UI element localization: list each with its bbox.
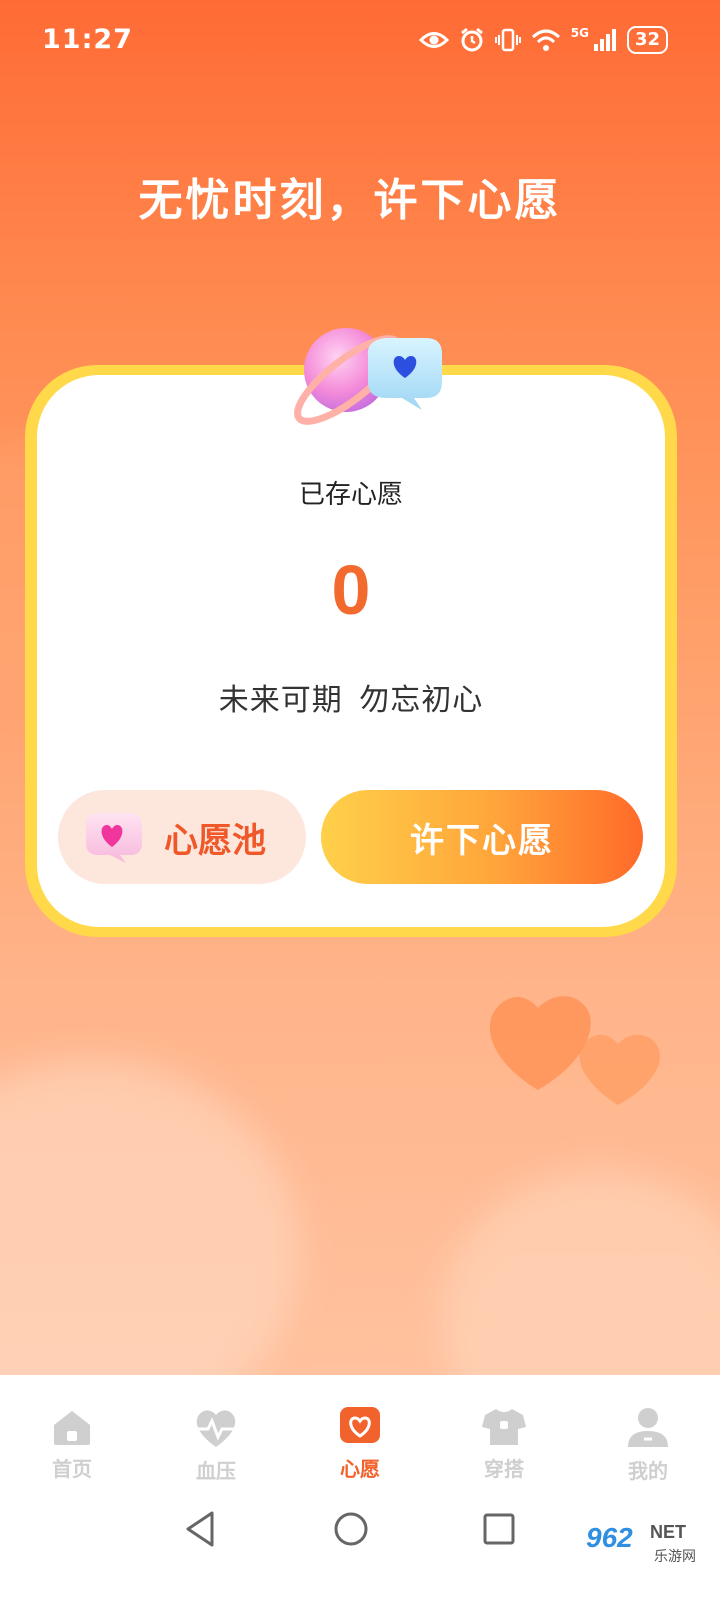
alarm-icon [460,27,483,52]
saved-wishes-label: 已存心愿 [298,480,403,510]
make-wish-button[interactable]: 许下心愿 [321,790,643,884]
vibrate-icon [494,28,521,52]
wifi-icon [531,29,560,51]
status-bar: 11:27 5G 32 [0,0,720,84]
page-headline: 无忧时刻，许下心愿 [138,175,562,226]
watermark-sub: 乐游网 [654,1549,696,1565]
card-motto: 未来可期 勿忘初心 [218,683,484,718]
decorative-hearts [489,996,660,1105]
tab-blood-pressure[interactable]: 血压 [144,1375,288,1497]
signal-icon [593,29,616,51]
recents-icon[interactable] [482,1509,516,1549]
tab-home-label: 首页 [52,1457,92,1481]
make-wish-label: 许下心愿 [410,820,554,861]
tab-blood-pressure-label: 血压 [196,1459,236,1483]
user-icon [628,1408,668,1447]
tab-mine[interactable]: 我的 [576,1375,720,1497]
wish-pool-button[interactable]: 心愿池 [58,790,306,884]
planet-icon [294,328,442,425]
watermark-suffix: NET [650,1522,686,1542]
network-type: 5G [570,26,589,40]
tab-wish-label: 心愿 [340,1457,380,1481]
home-icon [54,1411,90,1445]
heart-pulse-icon [196,1410,236,1447]
battery-icon: 32 [626,26,668,54]
watermark-number: 962 [586,1522,633,1553]
wish-pool-label: 心愿池 [164,820,266,861]
shirt-icon [482,1409,526,1445]
tab-mine-label: 我的 [628,1459,668,1483]
tab-outfit[interactable]: 穿搭 [432,1375,576,1497]
tab-home[interactable]: 首页 [0,1375,144,1497]
heart-bubble-icon [86,813,142,863]
back-icon[interactable] [184,1509,218,1549]
status-time: 11:27 [42,24,133,55]
eye-icon [418,32,449,48]
tab-wish[interactable]: 心愿 [288,1375,432,1497]
wish-heart-icon [340,1407,380,1443]
background-glow [0,1060,300,1415]
home-nav-icon[interactable] [333,1509,369,1549]
bottom-tab-bar: 首页 血压 心愿 穿搭 我的 [0,1375,720,1497]
watermark-logo: 962 NET 乐游网 [578,1518,710,1568]
saved-wishes-count: 0 [331,551,371,629]
tab-outfit-label: 穿搭 [484,1457,524,1481]
